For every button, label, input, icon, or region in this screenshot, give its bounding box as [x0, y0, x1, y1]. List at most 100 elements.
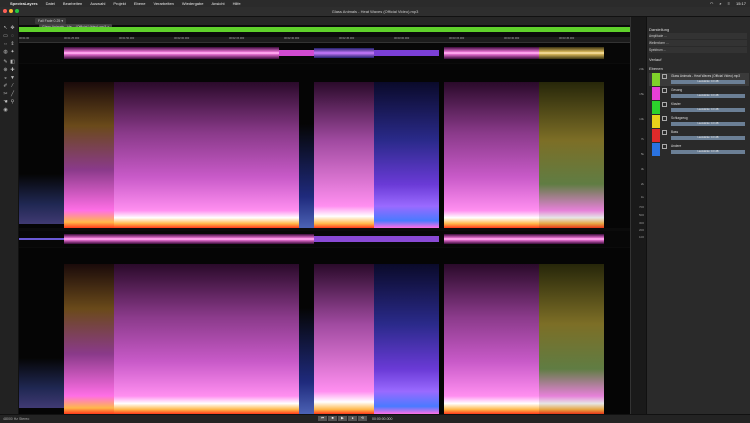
hand-tool-icon[interactable]: ✥	[10, 26, 15, 31]
display-row[interactable]: Wellenform ...	[649, 40, 747, 46]
layer-volume-bar[interactable]: Lautstärke: 0.0 dB	[671, 80, 745, 84]
freq-label: 5k	[640, 152, 644, 156]
brush-select-icon[interactable]: ◍	[3, 50, 8, 55]
waveform-right-channel[interactable]	[19, 231, 630, 247]
hand-icon[interactable]: ☚	[3, 100, 8, 105]
layer-name: Andere	[671, 144, 682, 148]
play-icon[interactable]: ▶	[338, 416, 347, 421]
zoom-icon[interactable]: ⚲	[10, 100, 15, 105]
layer-color-bar	[19, 27, 630, 32]
spectrogram-right-channel[interactable]	[19, 248, 630, 414]
fill-icon[interactable]: ▼	[10, 76, 15, 81]
layer-gesang[interactable]: Gesang Lautstärke: 0.0 dB	[649, 87, 749, 100]
menu-selection[interactable]: Auswahl	[90, 1, 105, 6]
menu-layer[interactable]: Ebene	[134, 1, 146, 6]
freq-label: 700	[638, 205, 644, 209]
time-select-icon[interactable]: ⇔	[3, 42, 8, 47]
tab-strip: Fall Fade 0.25 ▾ Glass Animals - He... (…	[19, 17, 630, 30]
section-ebenen[interactable]: Ebenen	[649, 66, 663, 71]
pen-icon[interactable]: ✐	[3, 84, 8, 89]
search-icon[interactable]: ⌕	[719, 1, 721, 6]
clone-icon[interactable]: ⊕	[3, 68, 8, 73]
wifi-icon[interactable]: ◠	[710, 1, 714, 6]
magic-wand-icon[interactable]: ✦	[10, 50, 15, 55]
timecode: 00:00:00.000	[372, 417, 393, 421]
freq-label: 2k	[640, 182, 644, 186]
layer-color-swatch	[652, 115, 660, 128]
freq-label: 7k	[640, 137, 644, 141]
layer-color-swatch	[652, 129, 660, 142]
freq-label: 500	[638, 213, 644, 217]
eye-icon[interactable]	[662, 116, 667, 121]
section-verlauf[interactable]: Verlauf	[649, 57, 661, 62]
line-icon[interactable]: ╱	[10, 92, 15, 97]
menu-view[interactable]: Ansicht	[211, 1, 224, 6]
layer-color-swatch	[652, 73, 660, 86]
eye-icon[interactable]	[662, 102, 667, 107]
rect-select-icon[interactable]: ▭	[3, 34, 8, 39]
lasso-icon[interactable]: ◌	[10, 34, 15, 39]
ruler-label: 00:02:30.000	[284, 37, 300, 40]
layer-volume-bar[interactable]: Lautstärke: 0.0 dB	[671, 150, 745, 154]
layer-andere[interactable]: Andere Lautstärke: 0.0 dB	[649, 143, 749, 156]
brush-icon[interactable]: ✎	[3, 60, 8, 65]
spectrogram-left-channel[interactable]	[19, 64, 630, 228]
ruler-label: 00:03:00.000	[394, 37, 410, 40]
display-row[interactable]: Spektrum ...	[649, 47, 747, 53]
freq-label: 200	[638, 228, 644, 232]
menu-help[interactable]: Hilfe	[233, 1, 241, 6]
layer-name: Gesang	[671, 88, 683, 92]
layer-volume-bar[interactable]: Lautstärke: 0.0 dB	[671, 122, 745, 126]
right-panel: Darstellung Amplitude ... Wellenform ...…	[646, 17, 750, 414]
layer-schlagzeug[interactable]: Schlagzeug Lautstärke: 0.0 dB	[649, 115, 749, 128]
app-menu[interactable]: SpectraLayers	[10, 1, 38, 6]
frequency-scale[interactable]: 20k 15k 10k 7k 5k 3k 2k 1k 700 500 300 2…	[630, 17, 646, 414]
eraser-icon[interactable]: ◧	[10, 60, 15, 65]
menu-file[interactable]: Datei	[46, 1, 55, 6]
menu-bar: SpectraLayers Datei Bearbeiten Auswahl P…	[0, 0, 750, 7]
layer-volume-bar[interactable]: Lautstärke: 0.0 dB	[671, 108, 745, 112]
stop-icon[interactable]: ■	[328, 416, 337, 421]
layer-main[interactable]: Glass Animals - Heat Waves (Official Vid…	[649, 73, 749, 86]
menu-process[interactable]: Verarbeiten	[153, 1, 173, 6]
rewind-icon[interactable]: ⏮	[318, 416, 327, 421]
display-row[interactable]: Amplitude ...	[649, 33, 747, 39]
dropper-icon[interactable]: ⁄	[10, 84, 15, 89]
transport-controls: ⏮ ■ ▶ ● ⟲	[318, 416, 367, 421]
menu-edit[interactable]: Bearbeiten	[63, 1, 82, 6]
section-darstellung[interactable]: Darstellung	[649, 27, 669, 32]
move-tool-icon[interactable]: ↖	[3, 26, 8, 31]
cut-icon[interactable]: ✂	[3, 92, 8, 97]
layer-color-swatch	[652, 143, 660, 156]
eye-icon[interactable]	[662, 74, 667, 79]
layer-color-swatch	[652, 101, 660, 114]
layer-volume-bar[interactable]: Lautstärke: 0.0 dB	[671, 136, 745, 140]
layer-klavier[interactable]: Klavier Lautstärke: 0.0 dB	[649, 101, 749, 114]
ruler-label: 00:02:45.000	[339, 37, 355, 40]
menu-project[interactable]: Projekt	[113, 1, 125, 6]
freq-label: 10k	[639, 117, 644, 121]
layer-volume-bar[interactable]: Lautstärke: 0.0 dB	[671, 94, 745, 98]
amplitude-icon[interactable]: ◒	[3, 76, 8, 81]
speaker-icon[interactable]: ◉	[3, 108, 8, 113]
layer-name: Klavier	[671, 102, 681, 106]
menu-playback[interactable]: Wiedergabe	[182, 1, 204, 6]
freq-select-icon[interactable]: ⇕	[10, 42, 15, 47]
layer-name: Schlagzeug	[671, 116, 688, 120]
freq-label: 20k	[639, 67, 644, 71]
ruler-label: 00:01:50.000	[119, 37, 135, 40]
ruler-label: 00:01:00	[19, 37, 30, 40]
ruler-label: 00:03:15.000	[449, 37, 465, 40]
clock[interactable]: 15:17	[736, 1, 746, 6]
layer-color-swatch	[652, 87, 660, 100]
heal-icon[interactable]: ✚	[10, 68, 15, 73]
record-icon[interactable]: ●	[348, 416, 357, 421]
waveform-overview[interactable]	[19, 43, 630, 63]
eye-icon[interactable]	[662, 88, 667, 93]
loop-icon[interactable]: ⟲	[358, 416, 367, 421]
control-center-icon[interactable]: ≡	[728, 1, 730, 6]
freq-label: 1k	[640, 195, 644, 199]
eye-icon[interactable]	[662, 144, 667, 149]
layer-bass[interactable]: Bass Lautstärke: 0.0 dB	[649, 129, 749, 142]
eye-icon[interactable]	[662, 130, 667, 135]
